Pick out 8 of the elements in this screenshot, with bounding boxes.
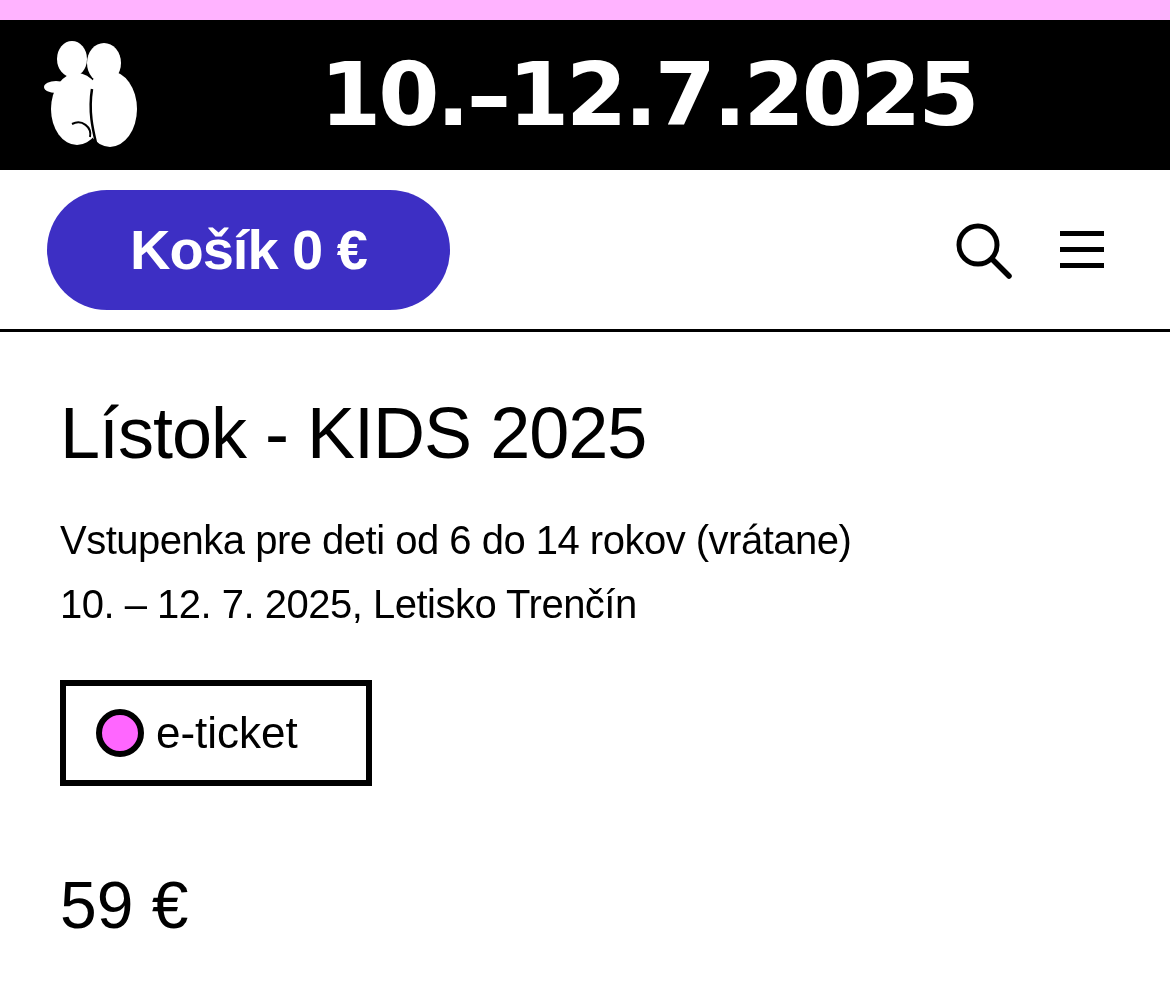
description-line: Vstupenka pre deti od 6 do 14 rokov (vrátane)	[60, 517, 853, 565]
tag-label: e-ticket	[156, 708, 298, 759]
menu-icon[interactable]	[1060, 230, 1104, 269]
description-line: 10. – 12. 7. 2025, Letisko Trenčín	[60, 581, 638, 629]
festival-dates: 10.–12.7.2025	[320, 51, 977, 139]
price: 59 €	[60, 867, 190, 945]
cart-button[interactable]: Košík 0 €	[47, 189, 450, 310]
product-title: Lístok - KIDS 2025	[60, 392, 648, 475]
